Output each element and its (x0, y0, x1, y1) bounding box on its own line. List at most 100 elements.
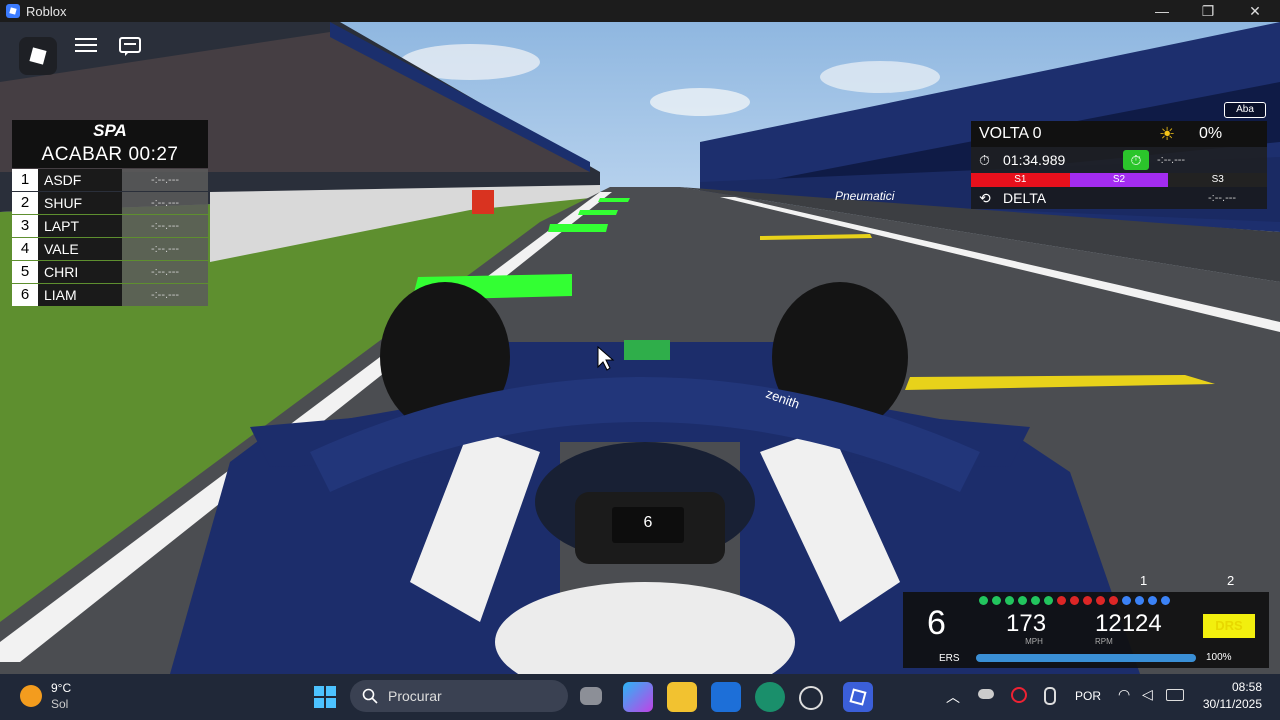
leaderboard-row: 4 VALE -:--.--- (12, 238, 208, 260)
sector-bar: S1 S2 S3 (971, 173, 1268, 187)
rev-light (1096, 596, 1105, 605)
window-titlebar: Roblox — ❐ ✕ (0, 0, 1280, 22)
lap-label: VOLTA 0 (979, 125, 1042, 142)
volume-icon[interactable]: ◁ (1142, 686, 1153, 703)
rev-light (979, 596, 988, 605)
delta-icon: ⟲ (979, 189, 991, 206)
minimize-button[interactable]: — (1139, 0, 1185, 22)
leaderboard: SPA ACABAR 00:27 1 ASDF -:--.--- 2 SHUF -:--.… (12, 120, 208, 306)
lap-panel: VOLTA 0 ☀ 0% ⏱ 01:34.989 ⏱ -:--.--- S1 S… (971, 121, 1268, 209)
clock-date[interactable]: 30/11/2025 (1194, 697, 1262, 711)
best-lap-time: -:--.--- (1157, 154, 1186, 166)
rev-light (1070, 596, 1079, 605)
session-timer: ACABAR 00:27 (12, 142, 208, 168)
gear-display: 6 (927, 604, 946, 642)
roblox-icon (6, 4, 20, 18)
tab-hint: Aba (1224, 102, 1266, 118)
maximize-button[interactable]: ❐ (1185, 0, 1231, 22)
sector-2: S2 (1069, 173, 1169, 187)
rev-light (1057, 596, 1066, 605)
ers-label: ERS (939, 653, 960, 664)
rev-light (1109, 596, 1118, 605)
sun-weather-icon[interactable] (20, 685, 42, 707)
task-view-icon[interactable] (580, 687, 602, 705)
weather-value: 0% (1199, 125, 1223, 142)
roblox-logo-icon (29, 47, 47, 65)
leaderboard-row: 3 LAPT -:--.--- (12, 215, 208, 237)
driver-position: 4 (12, 238, 38, 260)
rev-light (1161, 596, 1170, 605)
roblox-taskbar-icon[interactable] (843, 682, 873, 712)
driver-name: ASDF (38, 169, 122, 191)
rev-light (1083, 596, 1092, 605)
sector-1: S1 (971, 173, 1070, 187)
leaderboard-row: 1 ASDF -:--.--- (12, 169, 208, 191)
driver-position: 2 (12, 192, 38, 214)
store-icon[interactable] (711, 682, 741, 712)
show-hidden-icons[interactable]: ︿ (946, 687, 960, 707)
driver-name: SHUF (38, 192, 122, 214)
weather-temp[interactable]: 9°C (51, 681, 71, 695)
roblox-menu-button[interactable] (19, 37, 57, 75)
countdown-value: 00:27 (128, 144, 179, 165)
leaderboard-row: 6 LIAM -:--.--- (12, 284, 208, 306)
best-lap-icon: ⏱ (1123, 150, 1149, 170)
rev-light (1122, 596, 1131, 605)
windows-start-icon[interactable] (310, 682, 340, 712)
lap-header: VOLTA 0 ☀ 0% (971, 121, 1267, 147)
track-logo: SPA (12, 120, 208, 142)
driver-time: -:--.--- (122, 238, 208, 260)
sector-marker-1: 1 (1140, 573, 1148, 588)
driver-time: -:--.--- (122, 215, 208, 237)
app-icon[interactable] (799, 686, 823, 710)
cloud-icon[interactable] (978, 689, 994, 699)
wifi-icon[interactable]: ◠ (1118, 686, 1130, 703)
delta-label: DELTA (1003, 190, 1047, 206)
search-box[interactable]: Procurar (350, 680, 568, 712)
leaderboard-row: 5 CHRI -:--.--- (12, 261, 208, 283)
rev-light (1148, 596, 1157, 605)
chat-button[interactable] (119, 37, 157, 75)
windows-taskbar: 9°C Sol Procurar ︿ POR ◠ ◁ 08:58 30/11/2… (0, 674, 1280, 720)
close-button[interactable]: ✕ (1232, 0, 1278, 22)
driver-position: 6 (12, 284, 38, 306)
edge-icon[interactable] (755, 682, 785, 712)
copilot-icon[interactable] (623, 682, 653, 712)
driver-name: CHRI (38, 261, 122, 283)
search-icon (362, 688, 378, 704)
file-explorer-icon[interactable] (667, 682, 697, 712)
rev-light (1031, 596, 1040, 605)
car-dashboard: 6 173 MPH 12124 RPM DRS ERS 100% (903, 592, 1269, 668)
window-title: Roblox (26, 3, 67, 19)
language-indicator[interactable]: POR (1075, 689, 1101, 703)
search-placeholder: Procurar (388, 688, 442, 704)
rpm-unit: RPM (1095, 637, 1113, 646)
driver-position: 1 (12, 169, 38, 191)
rev-light (1018, 596, 1027, 605)
rev-light (1044, 596, 1053, 605)
microphone-icon[interactable] (1044, 687, 1056, 705)
rev-light (1005, 596, 1014, 605)
chat-icon (119, 37, 141, 56)
hamburger-menu-button[interactable] (75, 37, 113, 75)
current-lap-time: 01:34.989 (1003, 152, 1066, 168)
rev-light (1135, 596, 1144, 605)
driver-name: LAPT (38, 215, 122, 237)
speed-unit: MPH (1025, 637, 1043, 646)
rev-lights (979, 596, 1170, 605)
ers-bar (976, 654, 1196, 662)
ers-bar-fill (976, 654, 1196, 662)
leaderboard-row: 2 SHUF -:--.--- (12, 192, 208, 214)
driver-time: -:--.--- (122, 284, 208, 306)
ers-percent: 100% (1206, 652, 1232, 663)
battery-icon[interactable] (1166, 689, 1184, 701)
delta-row: ⟲ DELTA -:--.--- (971, 187, 1267, 209)
game-viewport[interactable]: zenith 6 Pneumatici SPA ACABAR 00:27 1 AS… (0, 22, 1280, 674)
driver-name: LIAM (38, 284, 122, 306)
security-icon[interactable] (1011, 687, 1027, 703)
driver-name: VALE (38, 238, 122, 260)
track-banner: Pneumatici (835, 189, 895, 203)
delta-value: -:--.--- (1208, 192, 1237, 204)
clock-time[interactable]: 08:58 (1200, 680, 1262, 694)
weather-desc[interactable]: Sol (51, 697, 68, 711)
